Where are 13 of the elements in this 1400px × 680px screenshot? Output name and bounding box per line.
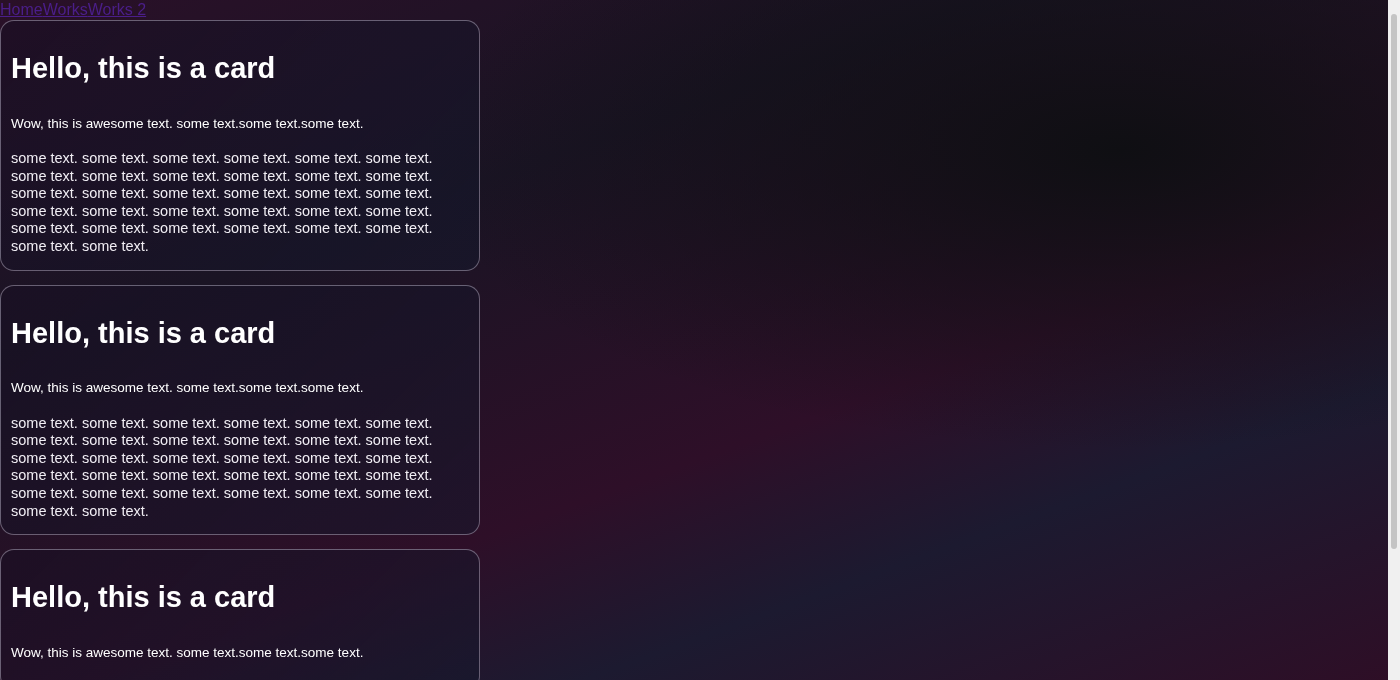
- card-title: Hello, this is a card: [11, 51, 277, 86]
- card-subtitle: Wow, this is awesome text. some text.some text.some text.: [11, 379, 365, 398]
- card-subtitle: Wow, this is awesome text. some text.some text.some text.: [11, 644, 365, 662]
- card-title: Hello, this is a card: [11, 580, 277, 615]
- nav-link[interactable]: Home: [0, 0, 43, 20]
- scrollbar[interactable]: [1388, 0, 1400, 680]
- scrollbar-thumb[interactable]: [1391, 14, 1397, 549]
- card-title: Hello, this is a card: [11, 315, 277, 351]
- card-text: some text. some text. some text. some text. some text. some text. some text. some text. some text. some text. some text. some text. some text. some text. some text. some text. some text. some text. some text. some text. some text. some text. some text. some text. some text. some text. some text. some text. some text. some text. some text. some text.: [11, 414, 434, 521]
- nav-link[interactable]: Works: [42, 0, 88, 20]
- card-text: some text. some text. some text. some text. some text. some text. some text. some text. some text. some text. some text. some text. some text. some text. some text. some text. some text. some text. some text. some text. some text. some text. some text. some text. some text. some text. some text. some text. some text. some text. some text. some text.: [11, 150, 434, 256]
- nav-link[interactable]: Works 2: [87, 0, 147, 20]
- card-subtitle: Wow, this is awesome text. some text.some text.some text.: [11, 114, 365, 133]
